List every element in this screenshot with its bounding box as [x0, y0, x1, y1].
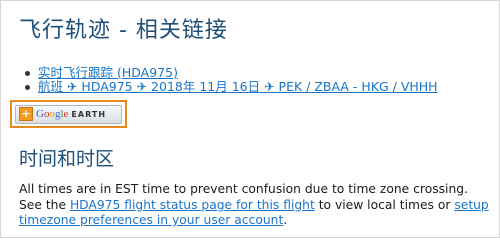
plus-icon: +: [19, 107, 33, 121]
flight-status-page-link[interactable]: HDA975 flight status page for this fligh…: [70, 198, 315, 212]
timezone-paragraph: All times are in EST time to prevent con…: [19, 182, 489, 229]
page-title: 飞行轨迹 - 相关链接: [19, 18, 228, 43]
paragraph-text: .: [283, 213, 288, 227]
google-earth-badge: + Google EARTH: [15, 104, 122, 124]
bullet-icon: [25, 85, 30, 90]
related-links-list: 实时飞行跟踪 (HDA975) 航班 ✈ HDA975 ✈ 2018年 11月 …: [25, 65, 438, 94]
google-earth-button[interactable]: + Google EARTH: [10, 100, 127, 128]
google-logo: Google: [36, 108, 69, 120]
paragraph-text: to view local times or: [314, 197, 455, 212]
bullet-icon: [25, 71, 30, 76]
earth-label: EARTH: [71, 109, 107, 119]
list-item: 航班 ✈ HDA975 ✈ 2018年 11月 16日 ✈ PEK / ZBAA…: [25, 79, 438, 94]
flight-detail-link[interactable]: 航班 ✈ HDA975 ✈ 2018年 11月 16日 ✈ PEK / ZBAA…: [38, 79, 438, 94]
list-item: 实时飞行跟踪 (HDA975): [25, 65, 438, 80]
live-flight-tracking-link[interactable]: 实时飞行跟踪 (HDA975): [38, 65, 178, 80]
section-title: 时间和时区: [19, 148, 115, 170]
